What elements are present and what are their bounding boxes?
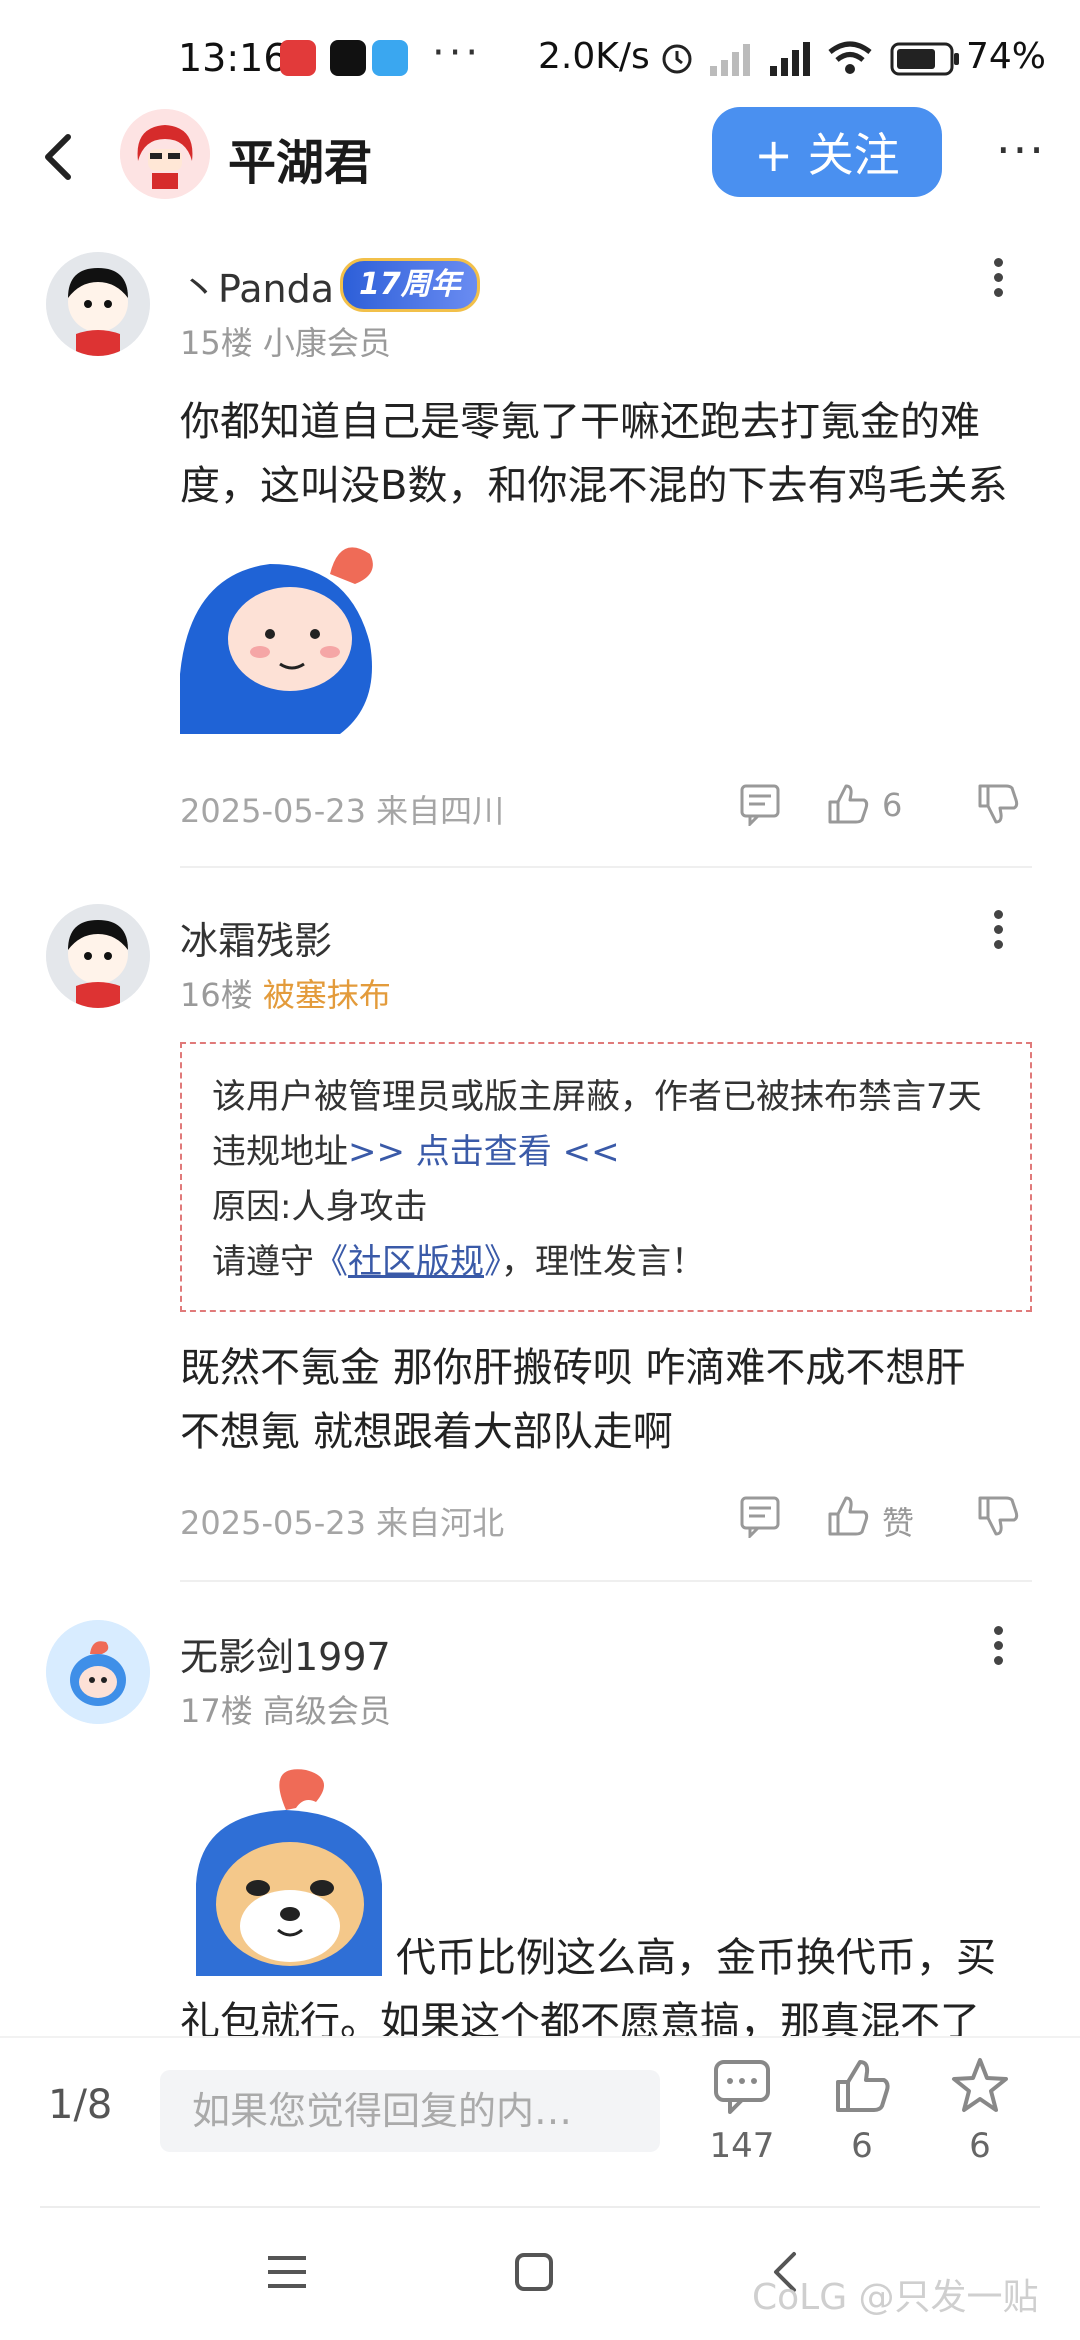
- notice-reason: 原因:人身攻击: [212, 1187, 428, 1227]
- member-level: 高级会员: [262, 1692, 391, 1730]
- reply-icon[interactable]: [738, 1494, 782, 1538]
- watermark: CoLG @只发一贴: [752, 2277, 1039, 2318]
- like-icon[interactable]: [826, 1494, 870, 1538]
- post-content-line: 礼包就行。如果这个都不愿意搞，那真混不了: [180, 1999, 980, 2036]
- home-icon[interactable]: [514, 2252, 554, 2292]
- favorite-count: 6: [969, 2126, 991, 2166]
- floor-number: 16楼: [180, 976, 253, 1014]
- app-notification-icon: [280, 40, 316, 76]
- network-speed: 2.0K/s: [538, 36, 650, 77]
- divider: [40, 2206, 1040, 2208]
- app-notification-icon: [330, 40, 366, 76]
- like-label: 赞: [882, 1504, 915, 1542]
- community-rules-link[interactable]: 社区版规: [348, 1242, 484, 1282]
- post-more-icon[interactable]: [990, 1620, 1006, 1680]
- wifi-icon: [828, 41, 872, 74]
- follow-button[interactable]: + 关注: [712, 107, 942, 197]
- divider: [180, 1580, 1032, 1582]
- notice-line: 违规地址>> 点击查看 <<: [212, 1132, 620, 1172]
- member-level: 被塞抹布: [262, 976, 391, 1014]
- bottom-action-bar: 1/8 如果您觉得回复的内… 147 6 6: [0, 2036, 1080, 2208]
- system-nav-bar: CoLG @只发一贴: [0, 2210, 1080, 2340]
- menu-icon[interactable]: [266, 2254, 308, 2290]
- dislike-icon[interactable]: [976, 782, 1020, 826]
- like-icon[interactable]: [832, 2056, 892, 2116]
- anniversary-badge: 17周年: [340, 258, 480, 312]
- more-options-icon[interactable]: ···: [996, 123, 1046, 177]
- violation-link[interactable]: >> 点击查看 <<: [348, 1132, 620, 1172]
- reply-input[interactable]: 如果您觉得回复的内…: [160, 2070, 660, 2152]
- battery-level: 74%: [966, 36, 1047, 77]
- back-icon[interactable]: [34, 127, 84, 187]
- username[interactable]: 丶Panda: [180, 258, 334, 313]
- comment-icon[interactable]: [712, 2056, 772, 2116]
- username[interactable]: 无影剑1997: [180, 1626, 391, 1681]
- post-meta: 15楼 小康会员: [180, 318, 391, 364]
- like-count: 6: [851, 2126, 873, 2166]
- post-content: 既然不氪金 那你肝搬砖呗 咋滴难不成不想肝 不想氪 就想跟着大部队走啊: [180, 1345, 966, 1455]
- thread-header: 平湖君 + 关注 ···: [0, 105, 1080, 215]
- notice-line: 请遵守《社区版规》，理性发言！: [212, 1242, 705, 1282]
- user-avatar[interactable]: [46, 904, 150, 1008]
- signal-icon: [710, 44, 750, 76]
- member-level: 小康会员: [262, 324, 391, 362]
- post-more-icon[interactable]: [990, 252, 1006, 312]
- app-notification-icon: [372, 40, 408, 76]
- comment-count: 147: [709, 2126, 775, 2166]
- signal-hd-icon: [770, 42, 810, 76]
- notice-line: 该用户被管理员或版主屏蔽，作者已被抹布禁言7天: [212, 1077, 982, 1117]
- like-icon[interactable]: [826, 782, 870, 826]
- user-avatar[interactable]: [46, 252, 150, 356]
- reply-icon[interactable]: [738, 782, 782, 826]
- status-more-icon: ···: [432, 30, 483, 76]
- battery-icon: [890, 42, 959, 76]
- post-content-line: 代币比例这么高，金币换代币，买: [396, 1935, 996, 1981]
- page-indicator[interactable]: 1/8: [48, 2082, 112, 2128]
- sticker-image: [180, 534, 390, 734]
- sticker-image: [186, 1764, 392, 1976]
- username[interactable]: 冰霜残影: [180, 910, 332, 965]
- user-avatar[interactable]: [46, 1620, 150, 1724]
- post-date-location: 2025-05-23 来自四川: [180, 792, 505, 830]
- divider: [180, 866, 1032, 868]
- post-date-location: 2025-05-23 来自河北: [180, 1504, 505, 1542]
- moderation-notice: 该用户被管理员或版主屏蔽，作者已被抹布禁言7天 违规地址>> 点击查看 << 原…: [180, 1042, 1032, 1312]
- dislike-icon[interactable]: [976, 1494, 1020, 1538]
- floor-number: 17楼: [180, 1692, 253, 1730]
- star-icon[interactable]: [950, 2056, 1010, 2116]
- author-avatar[interactable]: [120, 109, 210, 199]
- status-time: 13:16: [178, 36, 288, 80]
- status-bar: 13:16 ··· 2.0K/s 74%: [0, 0, 1080, 120]
- page-title: 平湖君: [228, 135, 373, 191]
- post-more-icon[interactable]: [990, 904, 1006, 964]
- post-content: 你都知道自己是零氪了干嘛还跑去打氪金的难度，这叫没B数，和你混不混的下去有鸡毛关…: [180, 399, 1008, 509]
- alarm-icon: [662, 44, 692, 74]
- post-meta: 16楼 被塞抹布: [180, 970, 391, 1016]
- like-count: 6: [882, 786, 903, 824]
- post-meta: 17楼 高级会员: [180, 1686, 391, 1732]
- floor-number: 15楼: [180, 324, 253, 362]
